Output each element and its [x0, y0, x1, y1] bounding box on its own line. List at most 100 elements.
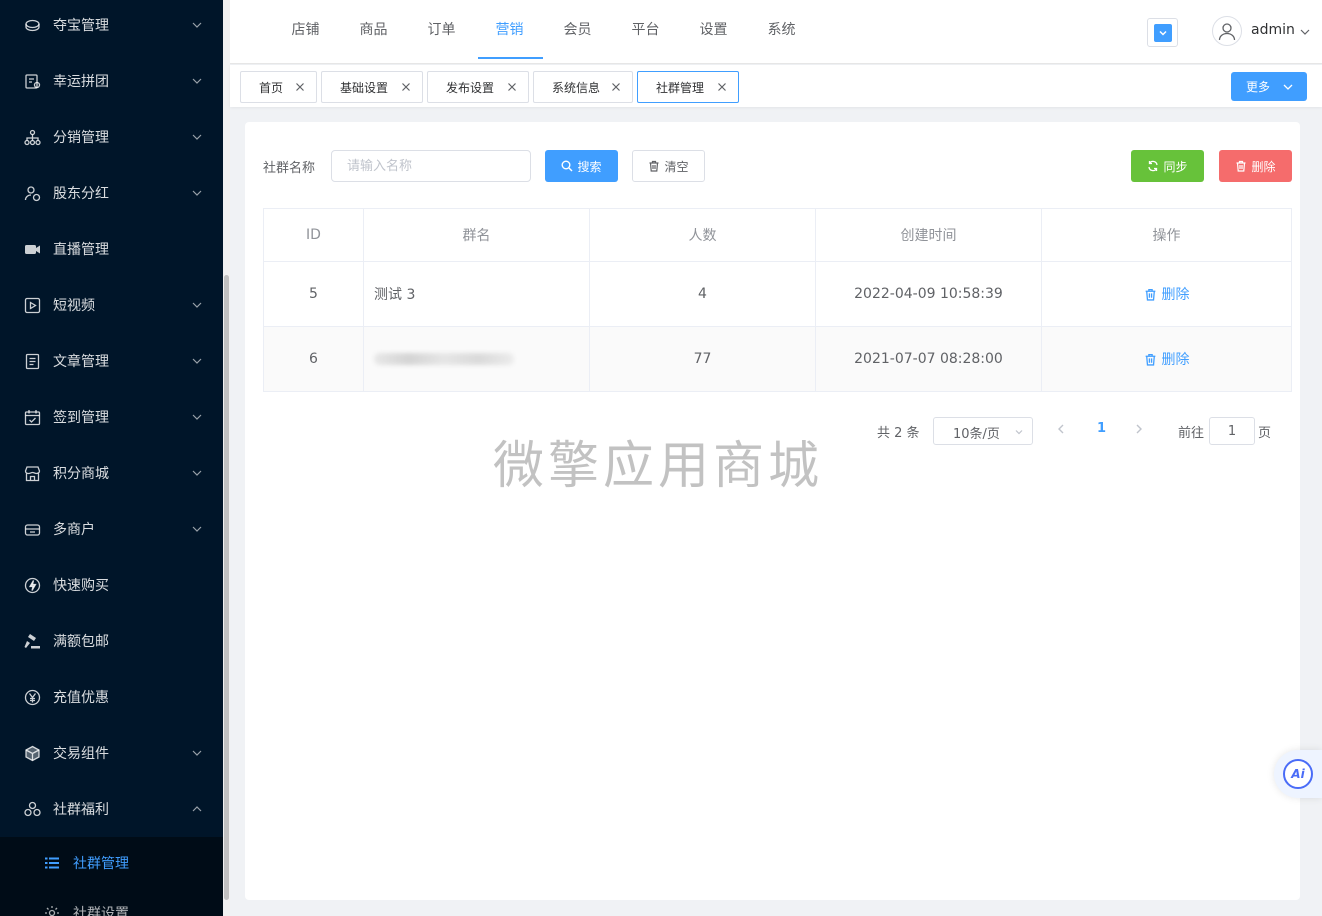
shareholder-icon — [23, 184, 41, 202]
ai-assistant-button[interactable]: Ai — [1274, 750, 1322, 798]
sidebar-item-label: 积分商城 — [53, 466, 109, 482]
sidebar-item-recharge[interactable]: 充值优惠 — [0, 669, 223, 725]
username[interactable]: admin — [1251, 22, 1295, 38]
row-delete-label: 删除 — [1161, 287, 1190, 303]
tab-system[interactable]: 系统 — [754, 0, 809, 60]
row-delete-button[interactable]: 删除 — [1144, 349, 1190, 369]
sidebar-item-label: 短视频 — [53, 298, 95, 314]
sidebar-item-community[interactable]: 社群福利 — [0, 781, 223, 837]
more-tags-button[interactable]: 更多 — [1231, 72, 1307, 101]
chevron-down-icon — [192, 302, 202, 308]
sidebar-item-trade-component[interactable]: 交易组件 — [0, 725, 223, 781]
sidebar-item-label: 充值优惠 — [53, 690, 109, 706]
close-icon[interactable] — [400, 81, 412, 93]
tab-members[interactable]: 会员 — [550, 0, 605, 60]
shipping-icon — [23, 632, 41, 650]
next-page-icon[interactable] — [1133, 423, 1145, 435]
sidebar-item-label: 夺宝管理 — [53, 18, 109, 34]
clear-button[interactable]: 清空 — [632, 150, 705, 182]
sidebar-item-label: 满额包邮 — [53, 634, 109, 650]
sidebar-item-quick-buy[interactable]: 快速购买 — [0, 557, 223, 613]
column-header-name[interactable]: 群名 — [364, 209, 590, 261]
lightning-icon — [23, 576, 41, 594]
sidebar-item-free-shipping[interactable]: 满额包邮 — [0, 613, 223, 669]
yen-icon — [23, 688, 41, 706]
cell-count: 77 — [590, 327, 816, 391]
sidebar-item-label: 文章管理 — [53, 354, 109, 370]
tab-products[interactable]: 商品 — [346, 0, 401, 60]
search-button-label: 搜索 — [577, 159, 602, 174]
app-switcher-button[interactable] — [1147, 18, 1178, 47]
tab-platform[interactable]: 平台 — [618, 0, 673, 60]
column-header-id[interactable]: ID — [264, 209, 364, 261]
sidebar-item-video[interactable]: 短视频 — [0, 277, 223, 333]
tag-label: 首页 — [259, 81, 284, 95]
sidebar-item-points-mall[interactable]: 积分商城 — [0, 445, 223, 501]
tag-basic-settings[interactable]: 基础设置 — [321, 71, 423, 103]
current-page-number[interactable]: 1 — [1097, 421, 1106, 436]
close-icon[interactable] — [716, 81, 728, 93]
watermark: 微擎应用商城 — [493, 437, 824, 496]
search-icon — [561, 160, 573, 172]
chevron-down-icon — [192, 526, 202, 532]
row-delete-button[interactable]: 删除 — [1144, 284, 1190, 304]
table-row[interactable]: 6 77 2021-07-07 08:28:00 删除 — [264, 327, 1291, 392]
sidebar-subitem-community-settings[interactable]: 社群设置 — [0, 888, 223, 916]
tag-community-manage[interactable]: 社群管理 — [637, 71, 739, 103]
article-icon — [23, 352, 41, 370]
sidebar-item-label: 快速购买 — [53, 578, 109, 594]
chevron-down-icon — [192, 190, 202, 196]
tab-settings[interactable]: 设置 — [686, 0, 741, 60]
close-icon[interactable] — [294, 81, 306, 93]
goto-page-input[interactable] — [1209, 417, 1255, 445]
close-icon[interactable] — [610, 81, 622, 93]
tag-publish-settings[interactable]: 发布设置 — [427, 71, 529, 103]
page-size-select[interactable]: 10条/页 — [933, 417, 1033, 445]
cell-actions: 删除 — [1042, 262, 1291, 326]
sidebar-item-merchant[interactable]: 多商户 — [0, 501, 223, 557]
pagination-total: 共 2 条 — [877, 426, 920, 441]
tab-orders[interactable]: 订单 — [414, 0, 469, 60]
treasure-icon — [23, 16, 41, 34]
top-navbar: 店铺 商品 订单 营销 会员 平台 设置 系统 admin — [230, 0, 1322, 64]
live-camera-icon — [23, 240, 41, 258]
sync-button[interactable]: 同步 — [1131, 150, 1204, 182]
column-header-count[interactable]: 人数 — [590, 209, 816, 261]
cell-name: 测试 3 — [364, 262, 590, 326]
tag-home[interactable]: 首页 — [240, 71, 317, 103]
sidebar-subitem-community-manage[interactable]: 社群管理 — [0, 838, 223, 888]
chevron-down-icon — [192, 358, 202, 364]
tag-system-info[interactable]: 系统信息 — [533, 71, 633, 103]
table-row[interactable]: 5 测试 3 4 2022-04-09 10:58:39 删除 — [264, 262, 1291, 327]
sidebar-item-article[interactable]: 文章管理 — [0, 333, 223, 389]
sidebar-item-label: 分销管理 — [53, 130, 109, 146]
avatar[interactable] — [1212, 16, 1242, 46]
sidebar-item-group-buy[interactable]: 幸运拼团 — [0, 53, 223, 109]
refresh-icon — [1148, 160, 1159, 172]
sidebar-item-signin[interactable]: 签到管理 — [0, 389, 223, 445]
sidebar-item-live[interactable]: 直播管理 — [0, 221, 223, 277]
sidebar-item-label: 幸运拼团 — [53, 74, 109, 90]
column-header-created[interactable]: 创建时间 — [816, 209, 1042, 261]
sidebar-item-treasure[interactable]: 夺宝管理 — [0, 0, 223, 53]
tab-marketing[interactable]: 营销 — [482, 0, 537, 60]
close-icon[interactable] — [506, 81, 518, 93]
sidebar-item-distribution[interactable]: 分销管理 — [0, 109, 223, 165]
cell-count: 4 — [590, 262, 816, 326]
main-card: 社群名称 搜索 清空 同步 删除 ID 群名 人数 创建时间 操作 5 测试 3… — [245, 122, 1300, 900]
sidebar-subitem-label: 社群设置 — [73, 906, 129, 916]
ai-icon: Ai — [1283, 759, 1313, 789]
store-icon — [23, 464, 41, 482]
search-input[interactable] — [331, 150, 531, 182]
prev-page-icon[interactable] — [1055, 423, 1067, 435]
sidebar-scrollbar-thumb[interactable] — [224, 275, 229, 900]
sidebar-item-shareholder[interactable]: 股东分红 — [0, 165, 223, 221]
chevron-down-icon[interactable] — [1299, 26, 1311, 38]
tab-store[interactable]: 店铺 — [278, 0, 333, 60]
video-icon — [23, 296, 41, 314]
chevron-down-icon — [1283, 84, 1293, 90]
tag-label: 社群管理 — [656, 81, 705, 95]
sidebar-item-label: 直播管理 — [53, 242, 109, 258]
bulk-delete-button[interactable]: 删除 — [1219, 150, 1292, 182]
search-button[interactable]: 搜索 — [545, 150, 618, 182]
